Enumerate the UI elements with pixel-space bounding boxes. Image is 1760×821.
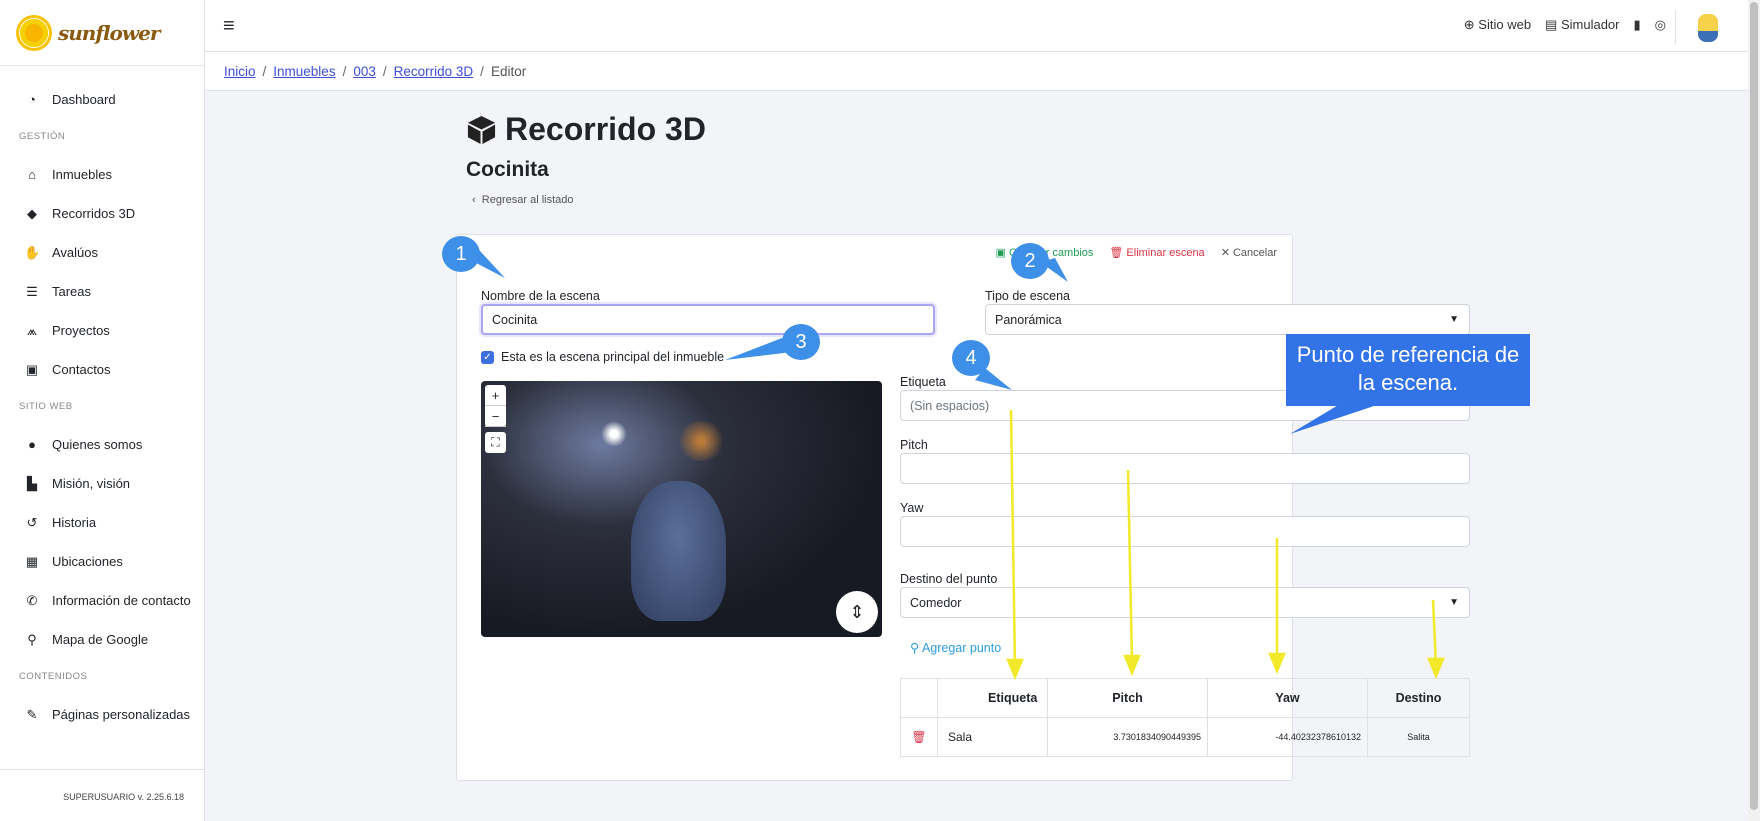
- callout-badge-2: 2: [1011, 243, 1049, 279]
- banner-tail: [1290, 404, 1380, 434]
- annotation-banner: Punto de referencia de la escena.: [1286, 334, 1530, 406]
- yellow-arrows: [1006, 409, 1445, 681]
- callout-badge-4: 4: [952, 340, 990, 376]
- callout-badge-3: 3: [782, 324, 820, 360]
- annotation-overlay: [455, 238, 1445, 681]
- callout-badge-1: 1: [442, 236, 480, 272]
